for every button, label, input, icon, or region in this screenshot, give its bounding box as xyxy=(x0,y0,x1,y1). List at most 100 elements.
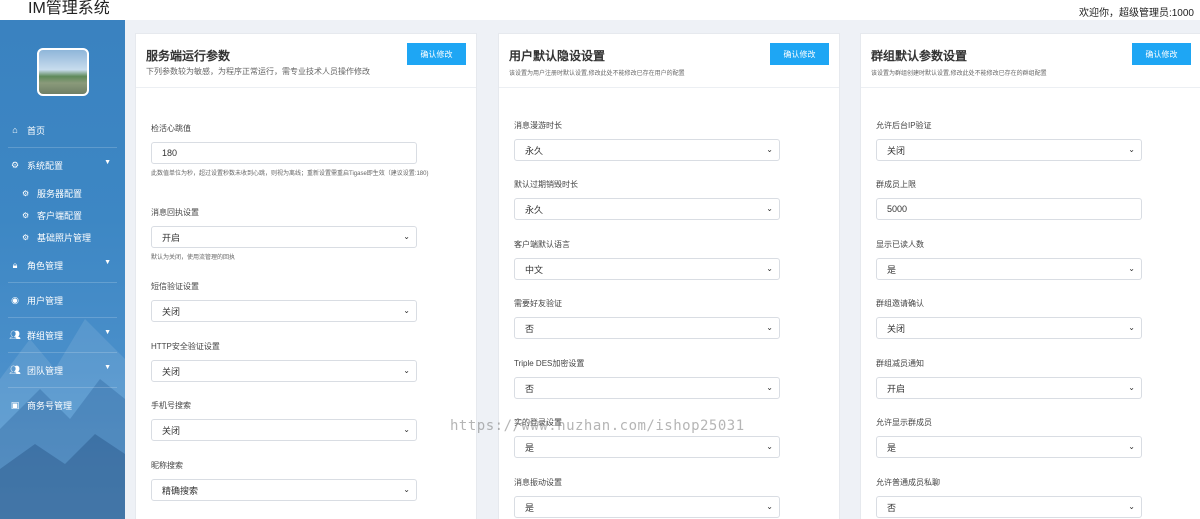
sidebar-item-groups[interactable]: 👥︎ 群组管理 ▼ xyxy=(0,318,125,352)
sidebar-item-label: 商务号管理 xyxy=(27,400,73,411)
card-subtitle: 下列参数较为敏感，为程序正常运行，需专业技术人员操作修改 xyxy=(146,67,370,76)
field-label: 短信验证设置 xyxy=(151,282,199,291)
home-icon: ⌂ xyxy=(12,125,18,135)
sidebar-item-label: 团队管理 xyxy=(27,365,64,376)
sidebar-item-teams[interactable]: 👥︎ 团队管理 ▼ xyxy=(0,353,125,387)
field-value: 关闭 xyxy=(887,145,906,156)
nickname-search-select[interactable]: 精确搜索 ⌄ xyxy=(151,479,417,501)
chevron-down-icon: ⌄ xyxy=(403,232,410,241)
form-field: 显示已读人数 是 ⌄ xyxy=(876,239,1142,280)
gears-icon: ⚙ xyxy=(22,188,30,198)
form-field: HTTP安全验证设置 关闭 ⌄ xyxy=(151,341,417,382)
sidebar-item-system-config[interactable]: ⚙ 系统配置 ▼ xyxy=(0,148,125,182)
gears-icon: ⚙ xyxy=(22,232,30,242)
form-field: 允许普通成员私聊 否 ⌄ xyxy=(876,477,1142,518)
card-header: 用户默认隐设设置 该设置为用户注册时默认设置,修改此处不能修改已存在用户的配置 … xyxy=(499,34,839,88)
member-leave-notify-select[interactable]: 开启 ⌄ xyxy=(876,377,1142,399)
field-value: 关闭 xyxy=(887,323,906,334)
field-label: 客户端默认语言 xyxy=(514,240,570,249)
field-label: 消息振动设置 xyxy=(514,478,562,487)
chevron-down-icon: ⌄ xyxy=(766,442,773,451)
sidebar-item-photo-manage[interactable]: ⚙ 基础照片管理 xyxy=(0,226,125,248)
language-select[interactable]: 中文 ⌄ xyxy=(514,258,780,280)
member-limit-input[interactable]: 5000 xyxy=(876,198,1142,220)
chevron-down-icon: ⌄ xyxy=(1128,323,1135,332)
sidebar-item-server-config[interactable]: ⚙ 服务器配置 xyxy=(0,182,125,204)
card-header: 群组默认参数设置 该设置为群组创建时默认设置,修改此处不能修改已存在的群组配置 … xyxy=(861,34,1200,88)
field-value: 180 xyxy=(162,148,178,158)
form-field: 群成员上限 5000 xyxy=(876,179,1142,220)
heartbeat-input[interactable]: 180 xyxy=(151,142,417,164)
field-label: 检活心跳值 xyxy=(151,124,191,133)
sidebar-item-label: 首页 xyxy=(27,125,46,136)
show-members-select[interactable]: 是 ⌄ xyxy=(876,436,1142,458)
chevron-down-icon: ⌄ xyxy=(1128,145,1135,154)
login-setting-select[interactable]: 是 ⌄ xyxy=(514,436,780,458)
chevron-down-icon: ▼ xyxy=(104,259,111,266)
field-label: 消息回执设置 xyxy=(151,208,199,217)
field-value: 开启 xyxy=(162,232,181,243)
vibrate-setting-select[interactable]: 是 ⌄ xyxy=(514,496,780,518)
field-label: 昵称搜索 xyxy=(151,461,183,470)
sidebar-item-roles[interactable]: 🔒︎ 角色管理 ▼ xyxy=(0,248,125,282)
avatar[interactable] xyxy=(37,48,89,96)
sidebar-nav: ⌂ 首页 ⚙ 系统配置 ▼ ⚙ 服务器配置 ⚙ 客户端配置 ⚙ 基础照片管理 🔒… xyxy=(0,113,125,422)
triple-des-select[interactable]: 否 ⌄ xyxy=(514,377,780,399)
field-help: 此数值单位为秒，超过设置秒数未收到心跳，则视为离线；重新设置需重启Tigase即… xyxy=(151,171,429,177)
read-count-select[interactable]: 是 ⌄ xyxy=(876,258,1142,280)
http-security-select[interactable]: 关闭 ⌄ xyxy=(151,360,417,382)
sidebar-item-label: 角色管理 xyxy=(27,260,64,271)
card-subtitle: 该设置为群组创建时默认设置,修改此处不能修改已存在的群组配置 xyxy=(871,71,1047,77)
card-title: 服务端运行参数 xyxy=(146,49,231,63)
confirm-button[interactable]: 确认修改 xyxy=(1132,43,1191,65)
sidebar-item-home[interactable]: ⌂ 首页 xyxy=(0,113,125,147)
card-subtitle: 该设置为用户注册时默认设置,修改此处不能修改已存在用户的配置 xyxy=(509,71,685,77)
friend-verify-select[interactable]: 否 ⌄ xyxy=(514,317,780,339)
form-field: 消息回执设置 开启 ⌄ 默认为关闭，使用流管理的回执 xyxy=(151,207,471,263)
form-field: 检活心跳值 180 此数值单位为秒，超过设置秒数未收到心跳，则视为离线；重新设置… xyxy=(151,123,471,179)
user-circle-icon: ◉ xyxy=(11,294,19,305)
receipt-select[interactable]: 开启 ⌄ xyxy=(151,226,417,248)
form-field: 群组减员通知 开启 ⌄ xyxy=(876,358,1142,399)
field-value: 永久 xyxy=(525,204,544,215)
form-field: 群组邀请确认 关闭 ⌄ xyxy=(876,298,1142,339)
sidebar-item-client-config[interactable]: ⚙ 客户端配置 xyxy=(0,204,125,226)
sms-verify-select[interactable]: 关闭 ⌄ xyxy=(151,300,417,322)
chevron-down-icon: ▼ xyxy=(104,159,111,166)
group-default-params-card: 群组默认参数设置 该设置为群组创建时默认设置,修改此处不能修改已存在的群组配置 … xyxy=(860,33,1200,519)
field-value: 是 xyxy=(525,502,535,513)
field-label: 默认过期销毁时长 xyxy=(514,180,578,189)
server-params-card: 服务端运行参数 下列参数较为敏感，为程序正常运行，需专业技术人员操作修改 确认修… xyxy=(135,33,477,519)
phone-search-select[interactable]: 关闭 ⌄ xyxy=(151,419,417,441)
form-field: 消息漫游时长 永久 ⌄ xyxy=(514,120,780,161)
sidebar-item-label: 客户端配置 xyxy=(37,210,83,221)
sidebar-item-label: 服务器配置 xyxy=(37,188,83,199)
field-value: 永久 xyxy=(525,145,544,156)
field-label: Triple DES加密设置 xyxy=(514,359,585,368)
field-value: 精确搜索 xyxy=(162,485,199,496)
confirm-button[interactable]: 确认修改 xyxy=(407,43,466,65)
chevron-down-icon: ⌄ xyxy=(766,502,773,511)
chevron-down-icon: ▼ xyxy=(104,364,111,371)
address-card-icon: ▣ xyxy=(10,399,20,410)
field-label: 允许后台IP验证 xyxy=(876,121,932,130)
confirm-button[interactable]: 确认修改 xyxy=(770,43,829,65)
private-chat-select[interactable]: 否 ⌄ xyxy=(876,496,1142,518)
sidebar-item-business[interactable]: ▣ 商务号管理 xyxy=(0,388,125,422)
field-value: 否 xyxy=(525,323,535,334)
user-default-settings-card: 用户默认隐设设置 该设置为用户注册时默认设置,修改此处不能修改已存在用户的配置 … xyxy=(498,33,840,519)
field-label: 显示已读人数 xyxy=(876,240,924,249)
form-field: Triple DES加密设置 否 ⌄ xyxy=(514,358,780,399)
chevron-down-icon: ⌄ xyxy=(766,323,773,332)
form-field: 消息振动设置 是 ⌄ xyxy=(514,477,780,518)
expire-duration-select[interactable]: 永久 ⌄ xyxy=(514,198,780,220)
card-header: 服务端运行参数 下列参数较为敏感，为程序正常运行，需专业技术人员操作修改 确认修… xyxy=(136,34,476,88)
roaming-duration-select[interactable]: 永久 ⌄ xyxy=(514,139,780,161)
sidebar-item-users[interactable]: ◉ 用户管理 xyxy=(0,283,125,317)
sidebar-item-label: 群组管理 xyxy=(27,330,64,341)
invite-confirm-select[interactable]: 关闭 ⌄ xyxy=(876,317,1142,339)
chevron-down-icon: ⌄ xyxy=(403,425,410,434)
chevron-down-icon: ⌄ xyxy=(766,383,773,392)
sidebar-item-label: 系统配置 xyxy=(27,160,64,171)
ip-verify-select[interactable]: 关闭 ⌄ xyxy=(876,139,1142,161)
